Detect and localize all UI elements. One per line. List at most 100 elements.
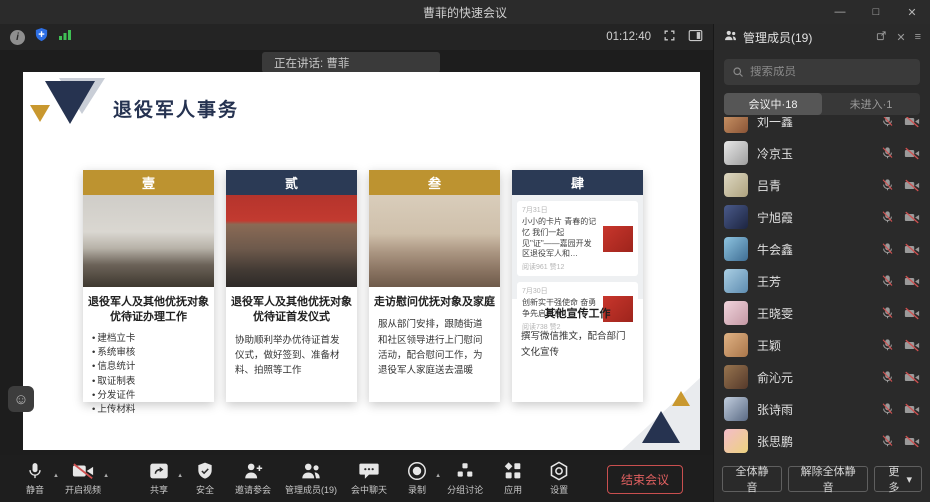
member-row[interactable]: 王颖 [714,329,930,361]
tool-label: 开启视频 [65,483,101,496]
breakout-rooms-button[interactable]: 分组讨论 [447,460,483,496]
manage-members-button[interactable]: 管理成员(19) [285,460,337,496]
member-name: 张思鹏 [757,433,793,450]
card-bullets: 建档立卡 系统审核 信息统计 取证制表 分发证件 上传材料 [83,330,214,420]
member-name: 俞沁元 [757,369,793,386]
card-photo [226,195,357,287]
member-tabs: 会议中·18 未进入·1 [724,93,920,115]
panel-menu-icon[interactable]: ≡ [915,31,921,43]
more-button[interactable]: 更多▾ [874,466,922,492]
slide-card-2: 贰 退役军人及其他优抚对象优待证首发仪式 协助顺利举办优待证首发仪式，做好签到、… [226,170,357,402]
end-meeting-button[interactable]: 结束会议 [607,465,683,494]
member-row[interactable]: 刘一鑫 [714,117,930,137]
bullet-item: 分发证件 [92,389,205,403]
settings-button[interactable]: 设置 [543,460,575,496]
avatar [724,173,748,197]
popout-icon[interactable] [876,30,887,44]
titlebar: 曹菲的快速会议 — □ ✕ [0,0,930,24]
tab-not-joined[interactable]: 未进入·1 [822,93,920,115]
mic-muted-icon[interactable] [881,434,894,448]
signal-icon[interactable] [58,28,72,46]
mic-muted-icon[interactable] [881,402,894,416]
member-name: 张诗雨 [757,401,793,418]
tool-label: 共享 [150,483,168,496]
camera-off-icon[interactable] [904,275,920,288]
shared-screen-stage: 正在讲话: 曹菲 退役军人事务 壹 退役军人及其他优抚对象优待证办理工作 [0,50,713,455]
tool-label: 应用 [504,483,522,496]
member-row[interactable]: 张思鹏 [714,425,930,456]
slide-card-4: 肆 7月31日 小小的卡片 青春的记忆 我们一起见"证"——嘉园开发区退役军人和… [512,170,643,402]
mic-muted-icon[interactable] [881,306,894,320]
camera-off-icon[interactable] [904,211,920,224]
member-row[interactable]: 王芳 [714,265,930,297]
member-row[interactable]: 俞沁元 [714,361,930,393]
avatar [724,333,748,357]
search-input[interactable] [750,66,912,78]
member-row[interactable]: 张诗雨 [714,393,930,425]
layout-icon[interactable] [688,29,703,45]
member-row[interactable]: 牛会鑫 [714,233,930,265]
shield-icon[interactable] [34,27,49,47]
chevron-up-icon[interactable]: ▲ [53,473,59,479]
search-box[interactable] [724,59,920,85]
camera-off-icon[interactable] [904,147,920,160]
share-screen-button[interactable]: 共享 ▲ [143,460,175,496]
maximize-icon[interactable]: □ [858,0,894,24]
camera-off-icon[interactable] [904,307,920,320]
chevron-up-icon[interactable]: ▲ [435,473,441,479]
invite-button[interactable]: 邀请参会 [235,460,271,496]
tab-in-meeting[interactable]: 会议中·18 [724,93,822,115]
mic-muted-icon[interactable] [881,178,894,192]
reaction-emoji-button[interactable]: ☺ [8,386,34,412]
start-video-button[interactable]: 开启视频 ▲ [65,460,101,496]
mic-muted-icon[interactable] [881,210,894,224]
panel-close-icon[interactable]: ✕ [896,31,905,44]
camera-off-icon[interactable] [904,339,920,352]
meeting-window: 曹菲的快速会议 — □ ✕ i 01:12:40 [0,0,930,502]
member-list[interactable]: 刘一鑫 冷京玉 吕青 宁旭霞 [714,117,930,456]
member-name: 王颖 [757,337,781,354]
camera-off-icon[interactable] [904,435,920,448]
chevron-up-icon[interactable]: ▲ [103,473,109,479]
chevron-up-icon[interactable]: ▲ [177,473,183,479]
camera-off-icon[interactable] [904,403,920,416]
avatar [724,365,748,389]
bullet-item: 信息统计 [92,360,205,374]
mute-all-button[interactable]: 全体静音 [722,466,782,492]
meeting-info-icon[interactable]: i [10,30,25,45]
camera-off-icon[interactable] [904,371,920,384]
mic-muted-icon[interactable] [881,370,894,384]
security-button[interactable]: 安全 [189,460,221,496]
record-button[interactable]: 录制 ▲ [401,460,433,496]
mic-muted-icon[interactable] [881,274,894,288]
tool-label: 会中聊天 [351,483,387,496]
tool-label: 静音 [26,483,44,496]
close-icon[interactable]: ✕ [894,0,930,24]
chevron-down-icon: ▾ [906,473,912,486]
tool-label: 设置 [550,483,568,496]
shared-slide: 退役军人事务 壹 退役军人及其他优抚对象优待证办理工作 建档立卡 系统审核 信息… [23,72,700,450]
mute-button[interactable]: 静音 ▲ [19,460,51,496]
article-card: 7月31日 小小的卡片 青春的记忆 我们一起见"证"——嘉园开发区退役军人和… … [517,201,638,276]
minimize-icon[interactable]: — [822,0,858,24]
card-number: 叁 [369,170,500,195]
member-row[interactable]: 冷京玉 [714,137,930,169]
camera-off-icon[interactable] [904,243,920,256]
fullscreen-icon[interactable] [663,29,676,45]
card-body: 协助顺利举办优待证首发仪式，做好签到、准备材料、拍照等工作 [226,330,357,382]
tool-label: 录制 [408,483,426,496]
member-row[interactable]: 宁旭霞 [714,201,930,233]
unmute-all-button[interactable]: 解除全体静音 [788,466,868,492]
mic-muted-icon[interactable] [881,146,894,160]
apps-button[interactable]: 应用 [497,460,529,496]
member-row[interactable]: 吕青 [714,169,930,201]
member-row[interactable]: 王晓雯 [714,297,930,329]
member-name: 冷京玉 [757,145,793,162]
mic-muted-icon[interactable] [881,117,894,128]
camera-off-icon[interactable] [904,117,920,128]
slide-card-1: 壹 退役军人及其他优抚对象优待证办理工作 建档立卡 系统审核 信息统计 取证制表… [83,170,214,402]
chat-button[interactable]: 会中聊天 [351,460,387,496]
camera-off-icon[interactable] [904,179,920,192]
mic-muted-icon[interactable] [881,338,894,352]
mic-muted-icon[interactable] [881,242,894,256]
